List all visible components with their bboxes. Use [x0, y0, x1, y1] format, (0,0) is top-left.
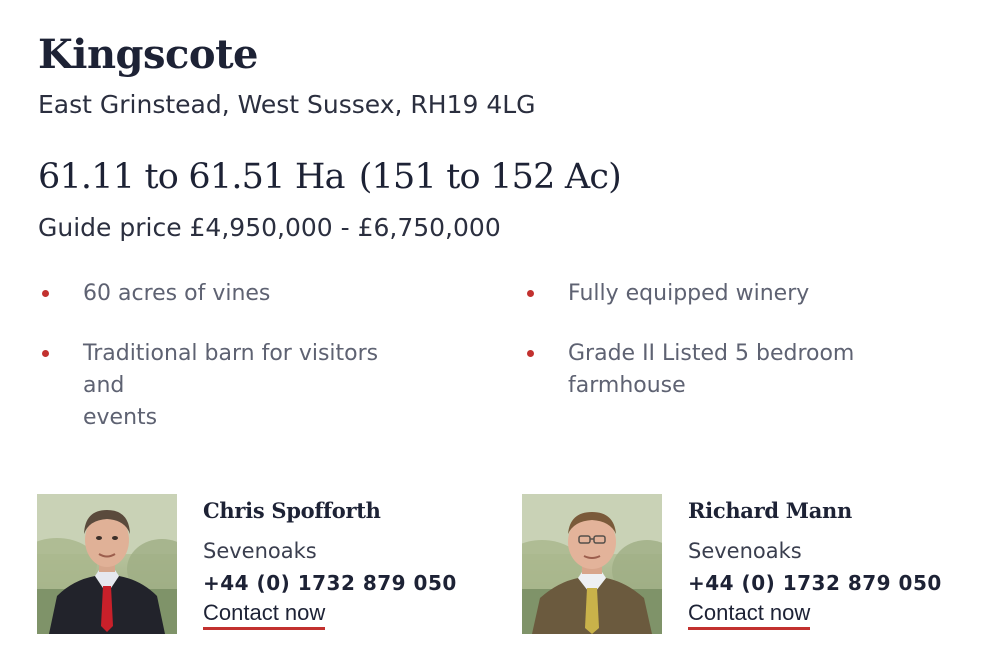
feature-item: 60 acres of vines — [42, 278, 270, 310]
feature-list: 60 acres of vines Fully equipped winery … — [38, 278, 938, 448]
bullet-icon — [42, 290, 49, 297]
agent-name: Chris Spofforth — [203, 498, 381, 523]
agent-office: Sevenoaks — [203, 539, 317, 563]
property-area: 61.11 to 61.51 Ha (151 to 152 Ac) — [38, 154, 622, 200]
agent-phone[interactable]: +44 (0) 1732 879 050 — [203, 567, 457, 599]
agent-name: Richard Mann — [688, 498, 852, 523]
feature-item: Traditional barn for visitors and events — [42, 338, 378, 434]
agent-phone[interactable]: +44 (0) 1732 879 050 — [688, 567, 942, 599]
contact-now-link[interactable]: Contact now — [203, 599, 326, 630]
property-title: Kingscote — [38, 31, 259, 78]
area-hectares: 61.11 to 61.51 Ha — [38, 157, 346, 197]
area-acres: (151 to 152 Ac) — [358, 157, 622, 197]
feature-item: Fully equipped winery — [527, 278, 809, 310]
agent-card: Richard Mann Sevenoaks +44 (0) 1732 879 … — [522, 494, 962, 644]
bullet-icon — [527, 350, 534, 357]
guide-price: Guide price £4,950,000 - £6,750,000 — [38, 213, 501, 242]
bullet-icon — [527, 290, 534, 297]
contact-now-link[interactable]: Contact now — [688, 599, 811, 630]
feature-item: Grade II Listed 5 bedroom farmhouse — [527, 338, 854, 402]
bullet-icon — [42, 350, 49, 357]
agent-photo — [522, 494, 662, 634]
property-address: East Grinstead, West Sussex, RH19 4LG — [38, 90, 536, 119]
agent-photo — [37, 494, 177, 634]
agent-office: Sevenoaks — [688, 539, 802, 563]
agent-card: Chris Spofforth Sevenoaks +44 (0) 1732 8… — [37, 494, 477, 644]
